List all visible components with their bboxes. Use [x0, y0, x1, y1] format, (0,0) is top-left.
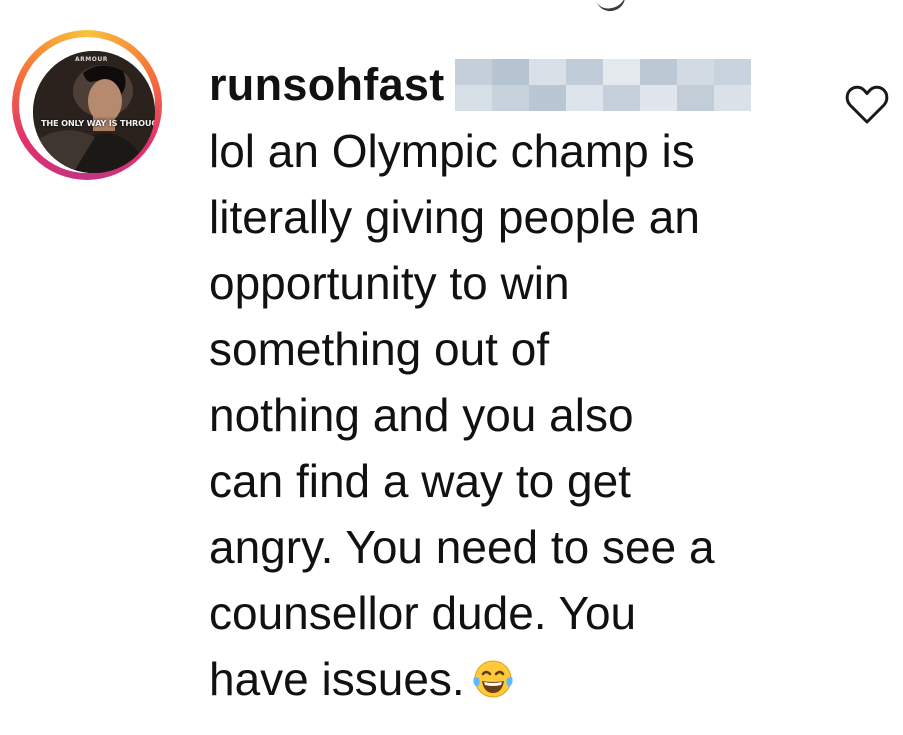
- comment-line: lol an Olympic champ is: [209, 125, 695, 177]
- comment-body: runsohfast lol an Olympic champ is liter…: [209, 52, 829, 712]
- comment-line-last: have issues.: [209, 646, 829, 712]
- comment-line: opportunity to win: [209, 257, 570, 309]
- avatar[interactable]: ARMOUR THE ONLY WAY IS THROUGH.: [33, 51, 155, 173]
- avatar-photo: [33, 51, 155, 173]
- cropped-text-fragment: [592, 0, 630, 16]
- comment-line-text: have issues.: [209, 653, 465, 705]
- tears-of-joy-emoji: [471, 652, 515, 718]
- comment-header: runsohfast: [209, 52, 829, 118]
- comment-line: counsellor dude. You: [209, 587, 637, 639]
- avatar-caption: THE ONLY WAY IS THROUGH.: [41, 118, 155, 128]
- comment-line: angry. You need to see a: [209, 521, 715, 573]
- comment-line: literally giving people an: [209, 191, 700, 243]
- avatar-story-ring[interactable]: ARMOUR THE ONLY WAY IS THROUGH.: [12, 30, 162, 180]
- avatar-brand-text: ARMOUR: [75, 56, 108, 63]
- comment-line: can find a way to get: [209, 455, 631, 507]
- comment-line: something out of: [209, 323, 550, 375]
- redacted-block: [454, 59, 751, 111]
- like-button[interactable]: [844, 84, 890, 126]
- username-link[interactable]: runsohfast: [209, 52, 445, 118]
- heart-outline-icon: [845, 85, 889, 124]
- comment-line: nothing and you also: [209, 389, 634, 441]
